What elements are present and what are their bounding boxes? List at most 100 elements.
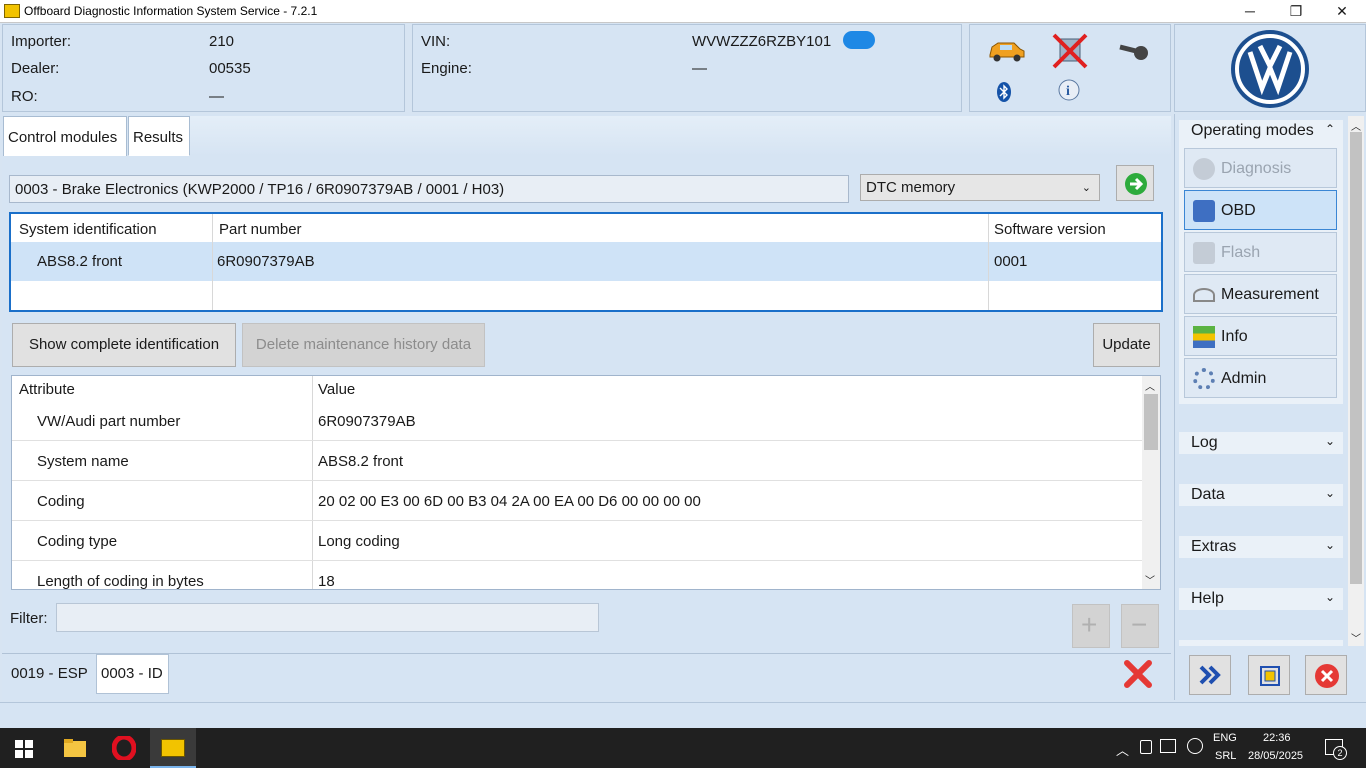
extras-section[interactable]: Extras ⌄ <box>1179 536 1343 558</box>
key-icon[interactable] <box>1116 37 1152 65</box>
log-section[interactable]: Log ⌄ <box>1179 432 1343 454</box>
windows-start-icon[interactable] <box>15 740 33 758</box>
col-header-software-version[interactable]: Software version <box>994 221 1106 238</box>
delete-maintenance-history-button[interactable]: Delete maintenance history data <box>242 323 485 367</box>
keyboard-layout[interactable]: SRL <box>1215 750 1236 762</box>
attribute-value: 20 02 00 E3 00 6D 00 B3 04 2A 00 EA 00 D… <box>318 493 701 510</box>
window-title: Offboard Diagnostic Information System S… <box>24 4 318 18</box>
input-language[interactable]: ENG <box>1213 732 1237 744</box>
go-button[interactable] <box>1116 165 1154 201</box>
bluetooth-icon[interactable] <box>996 81 1012 103</box>
mode-info-button[interactable]: Info <box>1184 316 1337 356</box>
attribute-name: System name <box>37 453 129 470</box>
operating-modes-header[interactable]: Operating modes ⌃ <box>1179 120 1343 144</box>
engine-value: — <box>692 60 707 77</box>
mode-label: OBD <box>1221 202 1256 219</box>
col-header-value[interactable]: Value <box>318 381 355 398</box>
car-icon[interactable] <box>986 37 1026 63</box>
table-row[interactable]: VW/Audi part number 6R0907379AB <box>12 401 1142 441</box>
table-row[interactable]: Coding 20 02 00 E3 00 6D 00 B3 04 2A 00 … <box>12 481 1142 521</box>
odis-taskbar-button[interactable] <box>150 728 196 768</box>
file-explorer-icon[interactable] <box>63 738 87 758</box>
bottom-tab-esp[interactable]: 0019 - ESP <box>11 665 88 682</box>
add-filter-button[interactable]: + <box>1072 604 1110 648</box>
bottom-tab-id[interactable]: 0003 - ID <box>96 654 169 694</box>
notification-count: 2 <box>1333 746 1347 760</box>
books-icon <box>1193 326 1215 348</box>
table-row[interactable]: Length of coding in bytes 18 <box>12 561 1142 589</box>
dealer-info-panel: Importer: 210 Dealer: 00535 RO: — <box>2 24 405 112</box>
table-row[interactable]: System name ABS8.2 front <box>12 441 1142 481</box>
col-header-system-id[interactable]: System identification <box>19 221 157 238</box>
mode-admin-button[interactable]: Admin <box>1184 358 1337 398</box>
attribute-name: VW/Audi part number <box>37 413 181 430</box>
svg-text:i: i <box>1066 84 1070 99</box>
info-icon[interactable]: i <box>1058 79 1082 103</box>
attribute-name: Coding type <box>37 533 118 550</box>
attribute-scrollbar[interactable]: ︿ ﹀ <box>1142 376 1160 589</box>
expand-icon: ⌄ <box>1324 590 1335 604</box>
scroll-down-icon[interactable]: ﹀ <box>1351 630 1361 645</box>
opera-browser-icon[interactable] <box>112 736 136 760</box>
arrow-right-icon <box>1125 173 1147 195</box>
scroll-up-icon[interactable]: ︿ <box>1145 378 1155 393</box>
importer-label: Importer: <box>11 33 72 50</box>
remove-filter-button[interactable]: − <box>1121 604 1159 648</box>
maximize-button[interactable]: ❐ <box>1273 0 1319 23</box>
view-dropdown[interactable]: DTC memory ⌄ <box>860 174 1100 201</box>
gauge-icon <box>1193 288 1215 302</box>
gear-icon <box>1193 368 1215 390</box>
fit-screen-button[interactable] <box>1248 655 1290 695</box>
section-label: Extras <box>1191 538 1237 555</box>
mode-flash-button[interactable]: Flash <box>1184 232 1337 272</box>
mode-diagnosis-button[interactable]: Diagnosis <box>1184 148 1337 188</box>
exit-icon <box>1315 664 1339 688</box>
tab-results[interactable]: Results <box>128 116 190 156</box>
mode-label: Admin <box>1221 370 1267 387</box>
forward-button[interactable] <box>1189 655 1231 695</box>
table-row[interactable]: Coding type Long coding <box>12 521 1142 561</box>
show-complete-identification-button[interactable]: Show complete identification <box>12 323 236 367</box>
expand-icon: ⌄ <box>1324 538 1335 552</box>
exit-button[interactable] <box>1305 655 1347 695</box>
flash-icon <box>1193 242 1215 264</box>
close-results-icon[interactable] <box>1123 659 1153 689</box>
mode-obd-button[interactable]: OBD <box>1184 190 1337 230</box>
scrollbar-thumb[interactable] <box>1350 132 1362 584</box>
update-button[interactable]: Update <box>1093 323 1160 367</box>
attribute-table: Attribute Value VW/Audi part number 6R09… <box>11 375 1161 590</box>
expand-icon: ⌄ <box>1324 434 1335 448</box>
help-section[interactable]: Help ⌄ <box>1179 588 1343 610</box>
vehicle-info-panel: VIN: WVWZZZ6RZBY101 Engine: — <box>412 24 962 112</box>
vin-value: WVWZZZ6RZBY101 <box>692 33 832 50</box>
network-icon[interactable] <box>1160 739 1176 753</box>
chevron-down-icon: ⌄ <box>1081 182 1091 194</box>
tray-chevron-up-icon[interactable]: ︿ <box>1116 740 1129 759</box>
connection-error-icon[interactable] <box>1050 31 1090 71</box>
sidebar-scrollbar[interactable]: ︿ ﹀ <box>1348 116 1364 646</box>
tab-strip <box>190 116 1171 156</box>
scroll-down-icon[interactable]: ﹀ <box>1145 572 1155 587</box>
column-divider <box>212 214 213 310</box>
clock-date[interactable]: 28/05/2025 <box>1248 750 1303 762</box>
clock-time[interactable]: 22:36 <box>1263 732 1291 744</box>
close-window-button[interactable]: ✕ <box>1319 0 1365 23</box>
col-header-attribute[interactable]: Attribute <box>19 381 75 398</box>
cell-software-version: 0001 <box>994 253 1028 270</box>
attribute-value: ABS8.2 front <box>318 453 404 470</box>
data-section[interactable]: Data ⌄ <box>1179 484 1343 506</box>
minimize-button[interactable]: ─ <box>1227 0 1273 23</box>
tab-control-modules[interactable]: Control modules <box>3 116 127 156</box>
globe-icon[interactable] <box>1187 738 1203 754</box>
attribute-value: Long coding <box>318 533 400 550</box>
scrollbar-thumb[interactable] <box>1144 394 1158 450</box>
plus-icon: + <box>1081 609 1098 640</box>
mode-measurement-button[interactable]: Measurement <box>1184 274 1337 314</box>
bottom-divider <box>2 653 1171 654</box>
filter-input[interactable] <box>56 603 599 632</box>
scroll-up-icon[interactable]: ︿ <box>1351 118 1361 133</box>
battery-icon[interactable] <box>1140 740 1152 754</box>
attribute-value: 6R0907379AB <box>318 413 416 430</box>
dealer-value: 00535 <box>209 60 251 77</box>
col-header-part-number[interactable]: Part number <box>219 221 302 238</box>
